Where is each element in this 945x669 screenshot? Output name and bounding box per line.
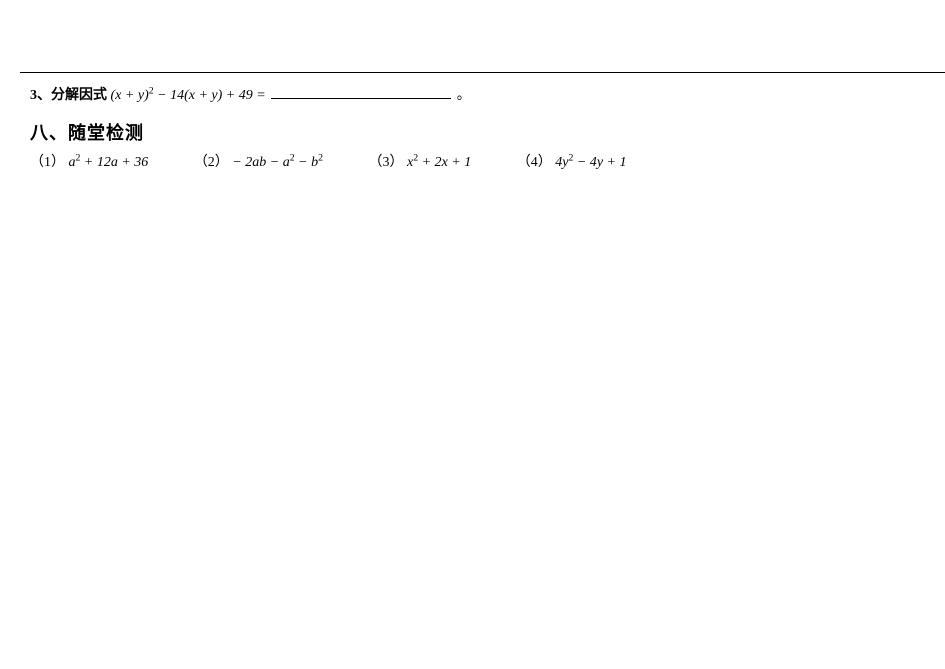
subproblem-3-expr: x2 + 2x + 1 [407, 155, 471, 170]
problem-3-label: 分解因式 [51, 88, 107, 103]
section-heading: 八、随堂检测 [30, 119, 925, 145]
answer-blank[interactable] [271, 84, 451, 99]
subproblem-4-expr: 4y2 − 4y + 1 [555, 155, 626, 170]
subproblems-row: （1） a2 + 12a + 36 （2） − 2ab − a2 − b2 （3… [30, 151, 925, 171]
subproblem-4: （4） 4y2 − 4y + 1 [517, 151, 627, 171]
subproblem-1: （1） a2 + 12a + 36 [30, 151, 148, 171]
page-container: 3、分解因式 (x + y)2 − 14(x + y) + 49 = 。 八、随… [0, 0, 945, 669]
subproblem-2-label: （2） [194, 155, 229, 170]
problem-3-tail: 。 [457, 88, 471, 103]
subproblem-4-label: （4） [517, 155, 552, 170]
problem-3-number: 3 [30, 88, 37, 103]
subproblem-3-label: （3） [368, 155, 403, 170]
problem-3-sep: 、 [37, 88, 51, 103]
subproblem-2: （2） − 2ab − a2 − b2 [194, 151, 323, 171]
problem-3-expr: (x + y)2 − 14(x + y) + 49 = [111, 88, 266, 103]
problem-3: 3、分解因式 (x + y)2 − 14(x + y) + 49 = 。 [30, 84, 925, 107]
subproblem-1-label: （1） [30, 155, 65, 170]
horizontal-divider-top [20, 72, 945, 73]
subproblem-1-expr: a2 + 12a + 36 [69, 155, 149, 170]
subproblem-3: （3） x2 + 2x + 1 [368, 151, 471, 171]
subproblem-2-expr: − 2ab − a2 − b2 [232, 155, 323, 170]
